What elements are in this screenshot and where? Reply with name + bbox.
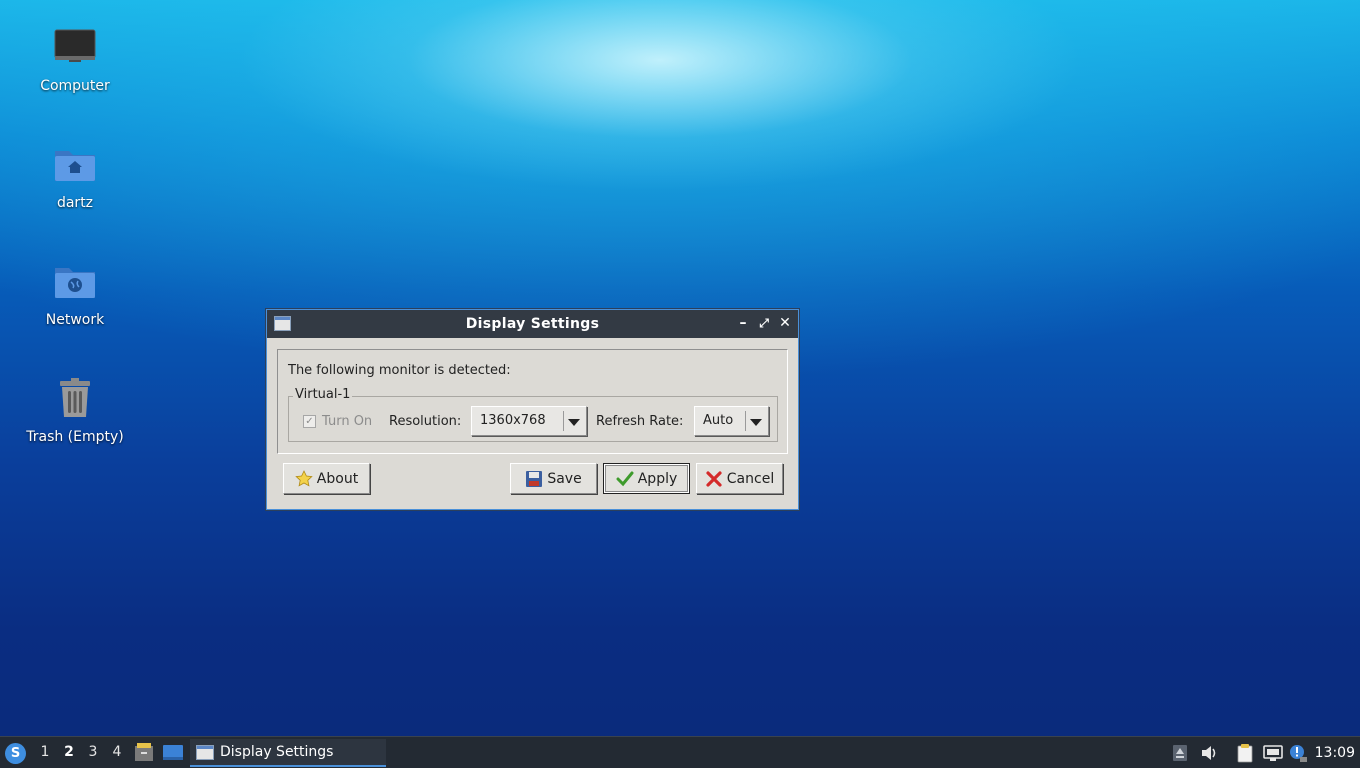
dialog-titlebar[interactable]: Display Settings – ⤢ ✕ <box>267 310 798 338</box>
about-button[interactable]: About <box>283 463 370 494</box>
workspace-1[interactable]: 1 <box>37 744 53 760</box>
refresh-rate-select[interactable]: Auto <box>694 406 769 436</box>
clock[interactable]: 13:09 <box>1315 745 1355 761</box>
start-menu-icon[interactable]: S <box>5 743 26 764</box>
display-settings-dialog: Display Settings – ⤢ ✕ The following mon… <box>266 309 799 510</box>
taskbar: S 1 2 3 4 Display Settings 13:09 <box>0 736 1360 768</box>
desktop-icon-label: Network <box>45 312 105 328</box>
resolution-select[interactable]: 1360x768 <box>471 406 587 436</box>
monitor-name: Virtual-1 <box>293 387 353 402</box>
apply-button[interactable]: Apply <box>603 463 690 494</box>
volume-icon[interactable] <box>1199 743 1219 763</box>
maximize-icon[interactable]: ⤢ <box>756 315 772 331</box>
about-label: About <box>316 470 359 487</box>
monitor-panel: The following monitor is detected: Virtu… <box>277 349 788 454</box>
red-x-icon <box>705 470 723 488</box>
dialog-title: Display Settings <box>465 316 600 332</box>
refresh-rate-label: Refresh Rate: <box>596 414 684 429</box>
workspace-3[interactable]: 3 <box>85 744 101 760</box>
window-icon <box>196 744 214 760</box>
desktop-icon-label: Computer <box>40 78 110 94</box>
refresh-rate-value: Auto <box>703 413 734 428</box>
desktop-icon-trash[interactable]: Trash (Empty) <box>15 371 135 481</box>
checkmark-icon <box>616 470 634 488</box>
notification-icon[interactable] <box>1288 743 1308 763</box>
computer-icon <box>51 24 99 72</box>
trash-icon <box>51 375 99 423</box>
network-wired-icon[interactable] <box>1263 743 1283 763</box>
desktop-icon-label: dartz <box>56 195 94 211</box>
apply-label: Apply <box>637 470 678 487</box>
desktop-icon-label: Trash (Empty) <box>26 429 124 445</box>
minimize-icon[interactable]: – <box>735 315 751 331</box>
save-label: Save <box>547 470 582 487</box>
task-title: Display Settings <box>220 744 334 760</box>
file-manager-icon[interactable] <box>134 743 154 762</box>
home-folder-icon <box>51 141 99 189</box>
close-icon[interactable]: ✕ <box>777 315 793 331</box>
turn-on-label: Turn On <box>322 414 373 429</box>
monitor-group: Virtual-1 ✓ Turn On Resolution: 1360x768… <box>288 387 778 442</box>
tray-arrow-icon[interactable] <box>1170 743 1190 763</box>
resolution-value: 1360x768 <box>480 413 546 428</box>
show-desktop-icon[interactable] <box>163 743 183 762</box>
cancel-label: Cancel <box>726 470 775 487</box>
desktop-icon-computer[interactable]: Computer <box>15 20 135 130</box>
clipboard-icon[interactable] <box>1235 743 1255 763</box>
star-icon <box>295 469 313 488</box>
detected-text: The following monitor is detected: <box>288 363 511 378</box>
save-button[interactable]: Save <box>510 463 597 494</box>
task-display-settings[interactable]: Display Settings <box>190 739 386 767</box>
chevron-down-icon <box>568 419 580 426</box>
desktop-icon-home-folder[interactable]: dartz <box>15 137 135 247</box>
resolution-label: Resolution: <box>389 414 462 429</box>
network-folder-icon <box>51 258 99 306</box>
workspace-2[interactable]: 2 <box>61 744 77 760</box>
cancel-button[interactable]: Cancel <box>696 463 783 494</box>
floppy-save-icon <box>525 470 543 488</box>
chevron-down-icon <box>750 419 762 426</box>
turn-on-checkbox[interactable]: ✓ <box>303 415 316 428</box>
desktop-icon-network[interactable]: Network <box>15 254 135 364</box>
workspace-4[interactable]: 4 <box>109 744 125 760</box>
